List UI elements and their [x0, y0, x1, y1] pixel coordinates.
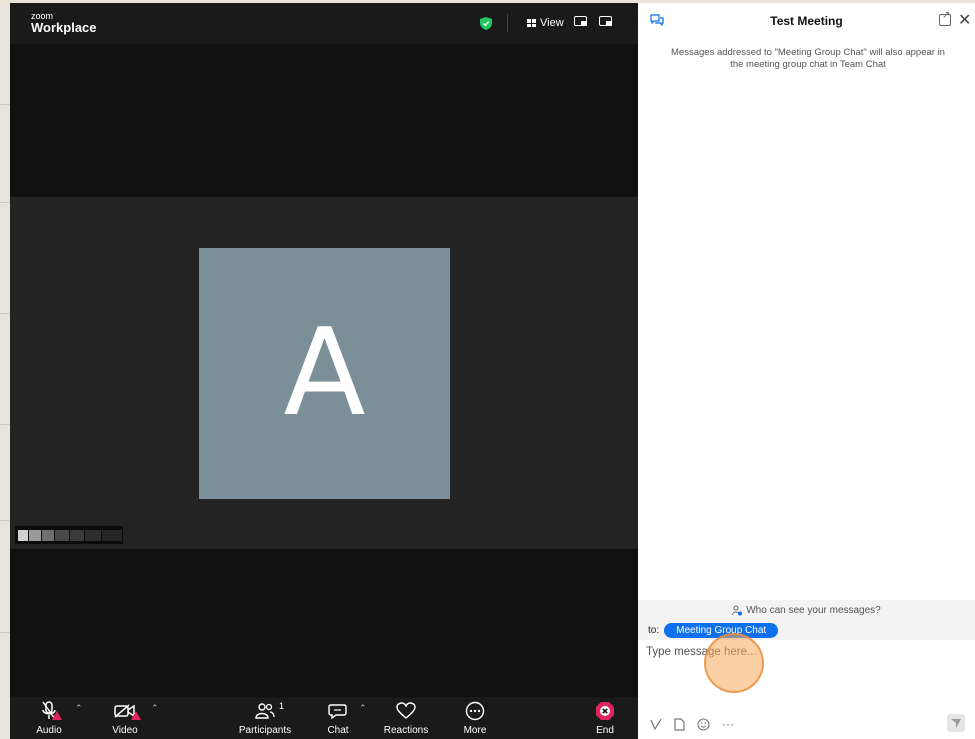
- more-button[interactable]: More: [460, 699, 490, 736]
- recipient-selector[interactable]: Meeting Group Chat: [664, 622, 779, 638]
- audio-alert-icon: [52, 711, 62, 720]
- video-button[interactable]: Video: [110, 699, 141, 736]
- participant-avatar-tile[interactable]: A: [199, 248, 450, 499]
- close-icon[interactable]: ✕: [958, 10, 971, 30]
- video-strip-bottom: [10, 549, 638, 697]
- end-meeting-icon: [595, 699, 615, 723]
- header-divider: [507, 14, 508, 32]
- reactions-label: Reactions: [383, 725, 429, 736]
- privacy-text: Who can see your messages?: [746, 604, 881, 616]
- floating-window-icon[interactable]: [574, 16, 587, 26]
- chat-button[interactable]: Chat: [324, 699, 352, 736]
- send-button[interactable]: [947, 714, 965, 732]
- audio-button[interactable]: Audio: [36, 699, 62, 736]
- security-shield-icon[interactable]: [480, 17, 492, 30]
- meeting-toolbar: Audio ⌃ Video ⌃ 1 Participants Chat ⌃ Re…: [10, 697, 638, 739]
- audio-options-caret-icon[interactable]: ⌃: [75, 703, 83, 714]
- send-icon: [951, 719, 961, 728]
- heart-icon: [396, 699, 416, 723]
- chat-panel: Test Meeting ✕ Messages addressed to "Me…: [638, 3, 975, 739]
- video-strip-top: [10, 44, 638, 197]
- click-indicator: [704, 633, 764, 693]
- video-stage: A: [10, 197, 638, 549]
- end-label: End: [596, 725, 614, 736]
- meeting-header: zoom Workplace View: [10, 3, 638, 44]
- message-input[interactable]: [646, 643, 966, 661]
- more-ellipsis-icon: [465, 699, 485, 723]
- to-label: to:: [648, 624, 660, 636]
- privacy-info[interactable]: Who can see your messages?: [638, 600, 975, 620]
- chat-title: Test Meeting: [770, 14, 843, 28]
- camera-off-icon: [114, 699, 141, 723]
- privacy-person-icon: [732, 605, 743, 615]
- recipient-row: to: Meeting Group Chat: [638, 620, 975, 640]
- format-text-icon[interactable]: [650, 718, 662, 730]
- reactions-button[interactable]: Reactions: [382, 699, 430, 736]
- file-icon[interactable]: [674, 717, 685, 731]
- video-alert-icon: [131, 711, 141, 720]
- participants-label: Participants: [238, 725, 292, 736]
- end-meeting-button[interactable]: End: [592, 699, 618, 736]
- screen: zoom Workplace View A Audio ⌃ Video ⌃ 1 …: [0, 0, 975, 739]
- brand-workplace: Workplace: [31, 20, 97, 35]
- desktop-edge: [0, 0, 10, 739]
- chat-options-caret-icon[interactable]: ⌃: [359, 703, 367, 714]
- compose-toolbar: ···: [650, 716, 734, 732]
- microphone-muted-icon: [41, 699, 62, 723]
- grid-icon: [527, 19, 536, 27]
- view-label: View: [540, 17, 564, 29]
- chat-bubble-icon: [328, 699, 348, 723]
- participants-count: 1: [279, 701, 285, 711]
- participants-icon: 1: [255, 699, 284, 723]
- participant-name-tag: [15, 526, 123, 544]
- chat-label: Chat: [327, 725, 349, 736]
- video-label: Video: [112, 725, 138, 736]
- avatar-letter: A: [283, 303, 366, 443]
- popout-icon[interactable]: [939, 10, 951, 26]
- participants-button[interactable]: 1 Participants: [232, 699, 298, 736]
- chat-notice: Messages addressed to "Meeting Group Cha…: [671, 47, 945, 70]
- meeting-window: zoom Workplace View A Audio ⌃ Video ⌃ 1 …: [10, 3, 638, 739]
- emoji-icon[interactable]: [697, 717, 710, 731]
- more-label: More: [463, 725, 487, 736]
- video-options-caret-icon[interactable]: ⌃: [151, 703, 159, 714]
- minimize-window-icon[interactable]: [599, 16, 612, 26]
- view-button[interactable]: View: [527, 15, 564, 31]
- more-options-icon[interactable]: ···: [722, 717, 734, 731]
- audio-label: Audio: [36, 725, 62, 736]
